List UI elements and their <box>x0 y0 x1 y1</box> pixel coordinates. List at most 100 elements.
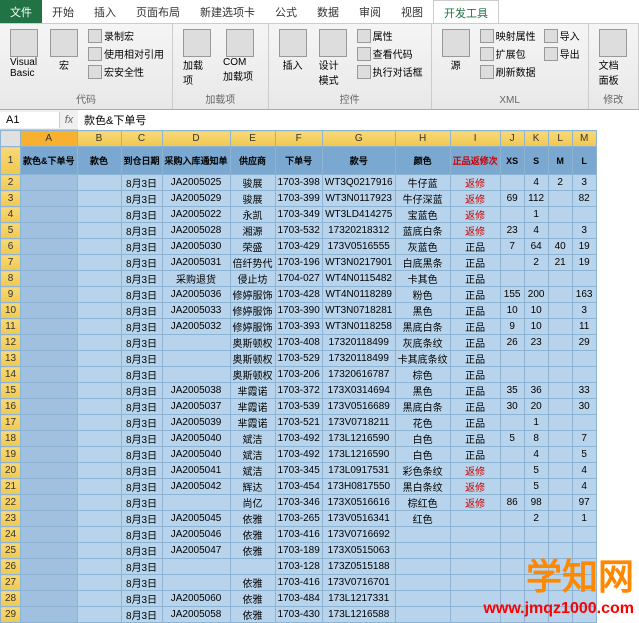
cell[interactable]: 1703-265 <box>275 511 322 527</box>
cell[interactable]: 采购退货 <box>162 271 230 287</box>
cell[interactable]: 奥斯顿权 <box>230 351 275 367</box>
cell[interactable] <box>77 271 121 287</box>
cell[interactable] <box>395 607 450 623</box>
cell[interactable] <box>21 207 78 223</box>
tab-file[interactable]: 文件 <box>0 0 42 23</box>
row-header-7[interactable]: 7 <box>1 255 21 271</box>
tab-page-layout[interactable]: 页面布局 <box>126 0 190 23</box>
cell[interactable]: 正品 <box>450 383 500 399</box>
properties-button[interactable]: 属性 <box>355 27 425 44</box>
data-header[interactable]: 款号 <box>322 147 395 175</box>
row-header-28[interactable]: 28 <box>1 591 21 607</box>
com-addins-button[interactable]: COM 加载项 <box>219 27 262 85</box>
cell[interactable]: 卡其底条纹 <box>395 351 450 367</box>
row-header-15[interactable]: 15 <box>1 383 21 399</box>
cell[interactable]: 173V0516555 <box>322 239 395 255</box>
cell[interactable]: 173X0314694 <box>322 383 395 399</box>
cell[interactable]: 8月3日 <box>121 319 162 335</box>
cell[interactable]: 30 <box>500 399 524 415</box>
cell[interactable]: 23 <box>524 335 548 351</box>
cell[interactable] <box>500 415 524 431</box>
cell[interactable]: 1703-539 <box>275 399 322 415</box>
cell[interactable] <box>548 431 572 447</box>
cell[interactable]: 黑色 <box>395 303 450 319</box>
row-header-3[interactable]: 3 <box>1 191 21 207</box>
cell[interactable] <box>500 543 524 559</box>
cell[interactable] <box>395 559 450 575</box>
cell[interactable] <box>500 255 524 271</box>
cell[interactable]: 4 <box>572 479 596 495</box>
cell[interactable]: 17320118499 <box>322 351 395 367</box>
cell[interactable]: 173V0716701 <box>322 575 395 591</box>
cell[interactable]: JA2005042 <box>162 479 230 495</box>
tab-insert[interactable]: 插入 <box>84 0 126 23</box>
cell[interactable]: 奥斯顿权 <box>230 335 275 351</box>
cell[interactable]: 依雅 <box>230 511 275 527</box>
col-header-M[interactable]: M <box>572 131 596 147</box>
macro-security-button[interactable]: 宏安全性 <box>86 63 166 80</box>
cell[interactable] <box>395 543 450 559</box>
cell[interactable] <box>162 495 230 511</box>
row-header-11[interactable]: 11 <box>1 319 21 335</box>
cell[interactable]: WT4N0115482 <box>322 271 395 287</box>
cell[interactable]: 正品 <box>450 239 500 255</box>
cell[interactable] <box>162 559 230 575</box>
cell[interactable]: 花色 <box>395 415 450 431</box>
cell[interactable]: 173V0516341 <box>322 511 395 527</box>
col-header-F[interactable]: F <box>275 131 322 147</box>
cell[interactable]: 返修 <box>450 479 500 495</box>
export-button[interactable]: 导出 <box>542 45 582 62</box>
cell[interactable] <box>548 383 572 399</box>
cell[interactable]: 3 <box>572 175 596 191</box>
import-button[interactable]: 导入 <box>542 27 582 44</box>
insert-control-button[interactable]: 插入 <box>275 27 311 74</box>
cell[interactable]: 返修 <box>450 223 500 239</box>
tab-developer[interactable]: 开发工具 <box>433 0 499 23</box>
data-header[interactable]: 款色 <box>77 147 121 175</box>
cell[interactable]: 1703-349 <box>275 207 322 223</box>
cell[interactable] <box>572 271 596 287</box>
macros-button[interactable]: 宏 <box>46 27 82 74</box>
cell[interactable]: JA2005033 <box>162 303 230 319</box>
col-header-K[interactable]: K <box>524 131 548 147</box>
col-header-I[interactable]: I <box>450 131 500 147</box>
cell[interactable]: 173L0917531 <box>322 463 395 479</box>
cell[interactable]: JA2005060 <box>162 591 230 607</box>
cell[interactable]: 1 <box>524 415 548 431</box>
cell[interactable]: 正品 <box>450 415 500 431</box>
cell[interactable]: 依雅 <box>230 591 275 607</box>
cell[interactable]: JA2005047 <box>162 543 230 559</box>
cell[interactable]: 8月3日 <box>121 367 162 383</box>
cell[interactable] <box>77 431 121 447</box>
cell[interactable]: 23 <box>500 223 524 239</box>
cell[interactable]: 8月3日 <box>121 223 162 239</box>
name-box[interactable]: A1 <box>0 112 60 128</box>
cell[interactable]: 黑色 <box>395 383 450 399</box>
cell[interactable]: 1703-454 <box>275 479 322 495</box>
col-header-L[interactable]: L <box>548 131 572 147</box>
cell[interactable] <box>548 367 572 383</box>
col-header-J[interactable]: J <box>500 131 524 147</box>
row-header-29[interactable]: 29 <box>1 607 21 623</box>
cell[interactable] <box>21 527 78 543</box>
row-header-22[interactable]: 22 <box>1 495 21 511</box>
col-header-A[interactable]: A <box>21 131 78 147</box>
select-all-corner[interactable] <box>1 131 21 147</box>
cell[interactable]: 173X0516616 <box>322 495 395 511</box>
cell[interactable] <box>548 463 572 479</box>
cell[interactable]: 4 <box>572 463 596 479</box>
cell[interactable]: WT3N0117923 <box>322 191 395 207</box>
doc-panel-button[interactable]: 文档面板 <box>595 27 632 89</box>
cell[interactable]: 1 <box>524 207 548 223</box>
cell[interactable] <box>548 351 572 367</box>
cell[interactable] <box>572 351 596 367</box>
cell[interactable]: 湘源 <box>230 223 275 239</box>
cell[interactable]: 正品 <box>450 335 500 351</box>
cell[interactable]: 8月3日 <box>121 303 162 319</box>
refresh-data-button[interactable]: 刷新数据 <box>478 63 538 80</box>
cell[interactable] <box>548 415 572 431</box>
cell[interactable] <box>548 191 572 207</box>
cell[interactable]: 侵止坊 <box>230 271 275 287</box>
cell[interactable]: 8月3日 <box>121 191 162 207</box>
data-header[interactable]: L <box>572 147 596 175</box>
